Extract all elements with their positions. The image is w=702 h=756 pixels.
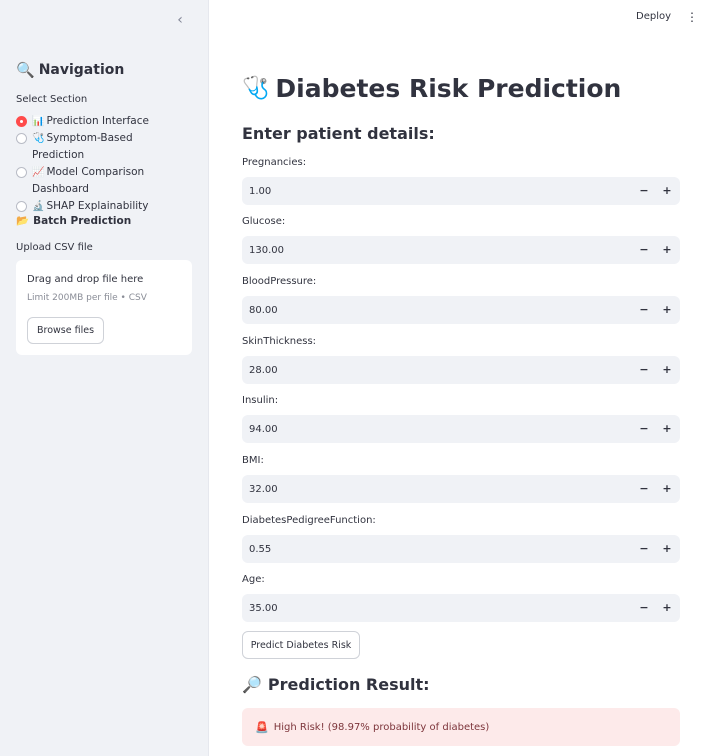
navigation-header: 🔍 Navigation — [16, 61, 124, 79]
number-input-container: − + — [242, 415, 680, 443]
patient-details-subheader: Enter patient details: — [242, 124, 435, 143]
line-chart-icon: 📈 — [32, 167, 45, 178]
main-menu-icon[interactable]: ⋮ — [686, 10, 698, 24]
section-radio-group: 📊 Prediction Interface 🩺 Symptom-Based Pre… — [16, 113, 202, 215]
increment-button[interactable]: + — [655, 296, 679, 324]
number-input-container: − + — [242, 475, 680, 503]
app: ‹ 🔍 Navigation Select Section 📊 Predictio… — [0, 0, 702, 756]
increment-button[interactable]: + — [655, 535, 679, 563]
prediction-result-title: Prediction Result: — [267, 675, 430, 694]
field-label: Glucose: — [242, 216, 286, 227]
predict-diabetes-risk-button[interactable]: Predict Diabetes Risk — [242, 631, 360, 659]
increment-button[interactable]: + — [655, 475, 679, 503]
radio-label: 📈 Model Comparison Dashboard — [32, 166, 145, 195]
decrement-button[interactable]: − — [632, 177, 656, 205]
increment-button[interactable]: + — [655, 236, 679, 264]
sidebar: ‹ 🔍 Navigation Select Section 📊 Predictio… — [0, 0, 209, 756]
radio-model-comparison-dashboard[interactable]: 📈 Model Comparison Dashboard — [16, 164, 202, 198]
number-input-container: − + — [242, 356, 680, 384]
radio-label: 📊 Prediction Interface — [32, 115, 149, 127]
increment-button[interactable]: + — [655, 356, 679, 384]
radio-unchecked-icon[interactable] — [16, 133, 27, 144]
radio-symptom-based-prediction[interactable]: 🩺 Symptom-Based Prediction — [16, 130, 202, 164]
radio-label: 🩺 Symptom-Based Prediction — [32, 132, 133, 161]
alert-text: High Risk! (98.97% probability of diabet… — [273, 721, 490, 733]
stethoscope-icon: 🩺 — [242, 76, 270, 101]
browse-files-button[interactable]: Browse files — [27, 317, 104, 344]
magnifier-icon: 🔎 — [242, 675, 262, 694]
field-label: Insulin: — [242, 395, 279, 406]
field-bmi: BMI: − + — [242, 455, 680, 503]
stethoscope-icon: 🩺 — [32, 133, 45, 144]
folder-icon: 📂 — [16, 215, 30, 227]
bmi-input[interactable] — [242, 475, 602, 503]
increment-button[interactable]: + — [655, 594, 679, 622]
number-input-container: − + — [242, 535, 680, 563]
radio-shap-explainability[interactable]: 🔬 SHAP Explainability — [16, 198, 202, 215]
field-diabetespedigreefunction: DiabetesPedigreeFunction: − + — [242, 515, 680, 563]
radio-unchecked-icon[interactable] — [16, 167, 27, 178]
decrement-button[interactable]: − — [632, 594, 656, 622]
high-risk-alert: 🚨 High Risk! (98.97% probability of diab… — [242, 708, 680, 746]
upload-csv-label: Upload CSV file — [16, 242, 93, 253]
magnifier-icon: 🔍 — [16, 61, 35, 79]
number-input-container: − + — [242, 296, 680, 324]
field-age: Age: − + — [242, 574, 680, 622]
page-title: 🩺 Diabetes Risk Prediction — [242, 74, 621, 103]
collapse-sidebar-icon[interactable]: ‹ — [172, 12, 188, 28]
decrement-button[interactable]: − — [632, 356, 656, 384]
bar-chart-icon: 📊 — [32, 116, 45, 127]
navigation-title: Navigation — [38, 62, 125, 78]
diabetespedigreefunction-input[interactable] — [242, 535, 602, 563]
radio-checked-icon[interactable] — [16, 116, 27, 127]
decrement-button[interactable]: − — [632, 296, 656, 324]
field-skinthickness: SkinThickness: − + — [242, 336, 680, 384]
batch-prediction-title: Batch Prediction — [33, 214, 132, 227]
dropzone-title: Drag and drop file here — [27, 274, 144, 285]
field-label: Pregnancies: — [242, 157, 307, 168]
field-label: DiabetesPedigreeFunction: — [242, 515, 376, 526]
skinthickness-input[interactable] — [242, 356, 602, 384]
field-label: BloodPressure: — [242, 276, 317, 287]
bloodpressure-input[interactable] — [242, 296, 602, 324]
number-input-container: − + — [242, 177, 680, 205]
prediction-result-header: 🔎 Prediction Result: — [242, 675, 430, 694]
increment-button[interactable]: + — [655, 415, 679, 443]
radio-unchecked-icon[interactable] — [16, 201, 27, 212]
decrement-button[interactable]: − — [632, 236, 656, 264]
field-glucose: Glucose: − + — [242, 216, 680, 264]
field-pregnancies: Pregnancies: − + — [242, 157, 680, 205]
field-label: BMI: — [242, 455, 264, 466]
decrement-button[interactable]: − — [632, 475, 656, 503]
dropzone-limit: Limit 200MB per file • CSV — [27, 293, 147, 303]
deploy-button[interactable]: Deploy — [636, 11, 671, 22]
pregnancies-input[interactable] — [242, 177, 602, 205]
field-bloodpressure: BloodPressure: − + — [242, 276, 680, 324]
radio-label: 🔬 SHAP Explainability — [32, 200, 149, 212]
field-insulin: Insulin: − + — [242, 395, 680, 443]
page-title-text: Diabetes Risk Prediction — [275, 74, 622, 103]
microscope-icon: 🔬 — [32, 201, 45, 212]
increment-button[interactable]: + — [655, 177, 679, 205]
select-section-label: Select Section — [16, 94, 88, 105]
field-label: Age: — [242, 574, 265, 585]
batch-prediction-header: 📂 Batch Prediction — [16, 214, 132, 228]
number-input-container: − + — [242, 594, 680, 622]
siren-icon: 🚨 — [255, 720, 269, 734]
insulin-input[interactable] — [242, 415, 602, 443]
age-input[interactable] — [242, 594, 602, 622]
decrement-button[interactable]: − — [632, 535, 656, 563]
decrement-button[interactable]: − — [632, 415, 656, 443]
glucose-input[interactable] — [242, 236, 602, 264]
file-dropzone[interactable]: Drag and drop file here Limit 200MB per … — [16, 260, 192, 355]
field-label: SkinThickness: — [242, 336, 317, 347]
radio-prediction-interface[interactable]: 📊 Prediction Interface — [16, 113, 202, 130]
number-input-container: − + — [242, 236, 680, 264]
